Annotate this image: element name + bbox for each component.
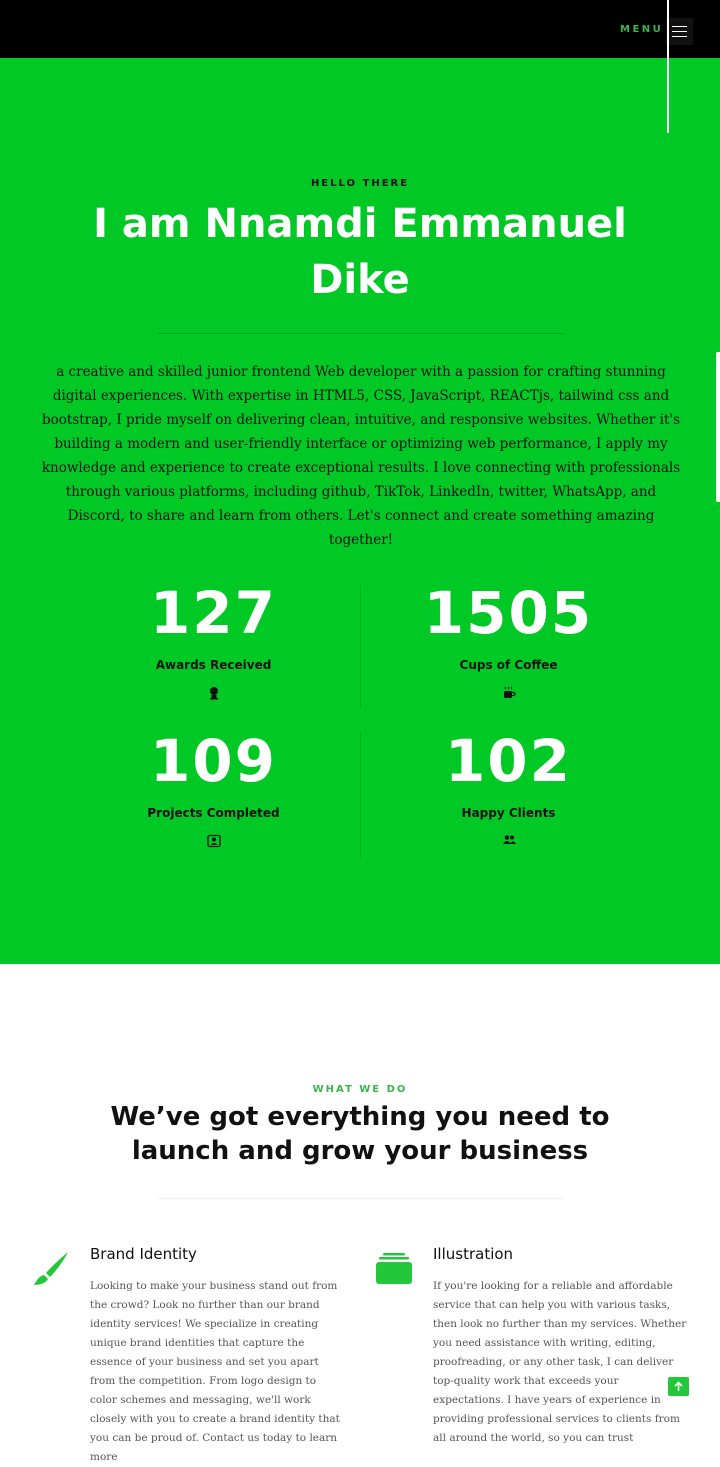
- services-section: WHAT WE DO We’ve got everything you need…: [0, 964, 720, 1463]
- stat-clients: 102 Happy Clients: [361, 726, 656, 848]
- stat-coffee: 1505 Cups of Coffee: [361, 578, 656, 700]
- side-tab[interactable]: [716, 352, 720, 502]
- arrow-up-icon: [674, 1381, 683, 1391]
- stat-label: Cups of Coffee: [459, 658, 558, 672]
- coffee-icon: [361, 686, 656, 700]
- stat-number: 1505: [423, 579, 594, 647]
- stat-number: 102: [444, 727, 573, 795]
- paintbrush-icon: [32, 1251, 70, 1291]
- services-title: We’ve got everything you need to launch …: [110, 1102, 610, 1166]
- service-title: Brand Identity: [90, 1245, 197, 1263]
- stat-number: 109: [149, 727, 278, 795]
- hero-eyebrow: HELLO THERE: [310, 178, 410, 189]
- stat-label: Projects Completed: [147, 806, 280, 820]
- stat-label: Awards Received: [155, 658, 272, 672]
- stat-projects: 109 Projects Completed: [66, 726, 361, 848]
- hamburger-menu-icon[interactable]: [666, 18, 693, 45]
- back-to-top-button[interactable]: [668, 1377, 689, 1396]
- award-icon: [66, 686, 361, 700]
- hero-title: I am Nnamdi Emmanuel Dike: [93, 201, 627, 303]
- hero-section: HELLO THERE I am Nnamdi Emmanuel Dike a …: [0, 58, 720, 964]
- stat-label: Happy Clients: [461, 806, 556, 820]
- service-title: Illustration: [433, 1245, 514, 1263]
- site-header: MENU: [0, 0, 720, 58]
- stat-number: 127: [149, 579, 278, 647]
- stat-awards: 127 Awards Received: [66, 578, 361, 700]
- menu-decor-line: [667, 0, 669, 133]
- users-icon: [361, 834, 656, 848]
- hero-divider: [158, 333, 564, 334]
- service-description: Looking to make your business stand out …: [90, 1280, 340, 1463]
- layers-icon: [375, 1252, 413, 1290]
- user-square-icon: [66, 834, 361, 848]
- services-eyebrow: WHAT WE DO: [312, 1084, 408, 1095]
- services-divider: [158, 1198, 564, 1199]
- service-description: If you're looking for a reliable and aff…: [433, 1280, 687, 1444]
- menu-label[interactable]: MENU: [620, 24, 663, 35]
- hero-description: a creative and skilled junior frontend W…: [41, 364, 681, 548]
